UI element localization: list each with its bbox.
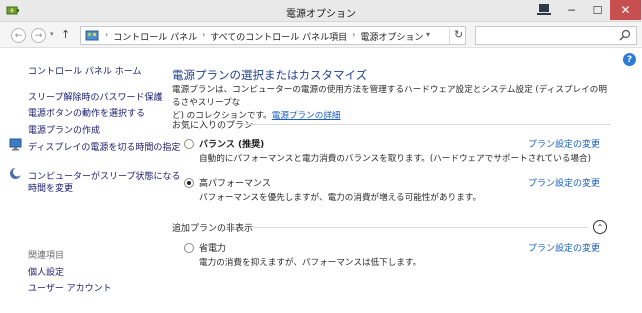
plan-balanced-change-settings-link[interactable]: プラン設定の変更 — [528, 137, 600, 150]
sidebar-related-personalization[interactable]: 個人設定 — [28, 265, 64, 278]
plan-power-saver-name[interactable]: 省電力 — [199, 241, 226, 254]
minimize-button[interactable]: ─ — [558, 0, 585, 20]
address-bar: ← → ▾ ↑ › コントロール パネル › すべてのコントロール パネル項目 … — [0, 22, 642, 48]
title-bar: 電源オプション ─ ☐ ✕ — [0, 0, 642, 22]
breadcrumb-separator[interactable]: › — [352, 30, 355, 43]
hidden-plans-divider — [253, 227, 588, 228]
plan-high-performance-change-settings-link[interactable]: プラン設定の変更 — [528, 176, 600, 189]
forward-button[interactable]: → — [31, 28, 46, 43]
power-plans-details-link[interactable]: 電源プランの詳細 — [272, 111, 341, 121]
breadcrumb: › コントロール パネル › すべてのコントロール パネル項目 › 電源オプショ… — [105, 30, 423, 43]
display-timeout-icon — [9, 138, 22, 151]
sidebar-item-power-buttons[interactable]: 電源ボタンの動作を選択する — [28, 106, 145, 119]
back-button[interactable]: ← — [11, 28, 26, 43]
sidebar-item-wake-password[interactable]: スリープ解除時のパスワード保護 — [28, 90, 162, 103]
close-button[interactable]: ✕ — [610, 0, 641, 20]
search-input[interactable] — [475, 26, 637, 45]
network-icon — [537, 4, 551, 15]
breadcrumb-all-items[interactable]: すべてのコントロール パネル項目 — [210, 30, 347, 43]
plan-balanced-description: 自動的にパフォーマンスと電力消費のバランスを取ります。(ハードウェアでサポートさ… — [199, 154, 591, 164]
up-button[interactable]: ↑ — [61, 28, 70, 41]
refresh-button[interactable]: ↻ — [449, 28, 463, 44]
description-text-line1: 電源プランは、コンピューターの電源の使用方法を管理するハードウェア設定とシステム… — [172, 85, 607, 108]
sidebar: コントロール パネル ホーム スリープ解除時のパスワード保護 電源ボタンの動作を… — [0, 48, 180, 313]
plan-high-performance-description: パフォーマンスを優先しますが、電力の消費が増える可能性があります。 — [199, 193, 482, 203]
page-title: 電源プランの選択またはカスタマイズ — [172, 68, 368, 82]
related-section-label: 関連項目 — [28, 251, 65, 261]
sidebar-item-display-timeout[interactable]: ディスプレイの電源を切る時間の指定 — [28, 140, 180, 153]
favorite-plans-divider — [240, 124, 610, 125]
plan-high-performance-name[interactable]: 高パフォーマンス — [199, 176, 271, 189]
sidebar-related-user-accounts[interactable]: ユーザー アカウント — [28, 281, 112, 294]
breadcrumb-separator[interactable]: › — [202, 30, 205, 43]
sleep-moon-icon — [10, 167, 22, 179]
plan-power-saver-change-settings-link[interactable]: プラン設定の変更 — [528, 241, 600, 254]
breadcrumb-separator: › — [105, 30, 109, 39]
sidebar-control-panel-home[interactable]: コントロール パネル ホーム — [28, 64, 141, 77]
sidebar-item-sleep-time-line2[interactable]: 時間を変更 — [28, 181, 73, 194]
hidden-plans-label: 追加プランの非表示 — [172, 224, 254, 234]
maximize-button[interactable]: ☐ — [584, 0, 611, 20]
help-icon[interactable]: ? — [623, 53, 636, 66]
plan-power-saver-radio[interactable] — [184, 243, 194, 253]
plan-high-performance-radio[interactable] — [184, 178, 194, 188]
plan-balanced-name[interactable]: バランス (推奨) — [199, 137, 264, 150]
breadcrumb-power-options[interactable]: 電源オプション — [360, 30, 423, 43]
control-panel-icon — [85, 30, 99, 41]
recent-locations-dropdown[interactable]: ▾ — [50, 30, 54, 38]
collapse-hidden-plans-button[interactable]: ⌃ — [593, 220, 607, 234]
sidebar-item-create-plan[interactable]: 電源プランの作成 — [28, 123, 100, 136]
plan-power-saver-description: 電力の消費を抑えますが、パフォーマンスは低下します。 — [199, 258, 422, 268]
plan-balanced-radio[interactable] — [184, 139, 194, 149]
address-dropdown-button[interactable]: ▾ — [426, 30, 430, 39]
address-box[interactable]: › コントロール パネル › すべてのコントロール パネル項目 › 電源オプショ… — [80, 26, 466, 45]
search-icon[interactable] — [619, 29, 631, 41]
breadcrumb-control-panel[interactable]: コントロール パネル — [113, 30, 197, 43]
